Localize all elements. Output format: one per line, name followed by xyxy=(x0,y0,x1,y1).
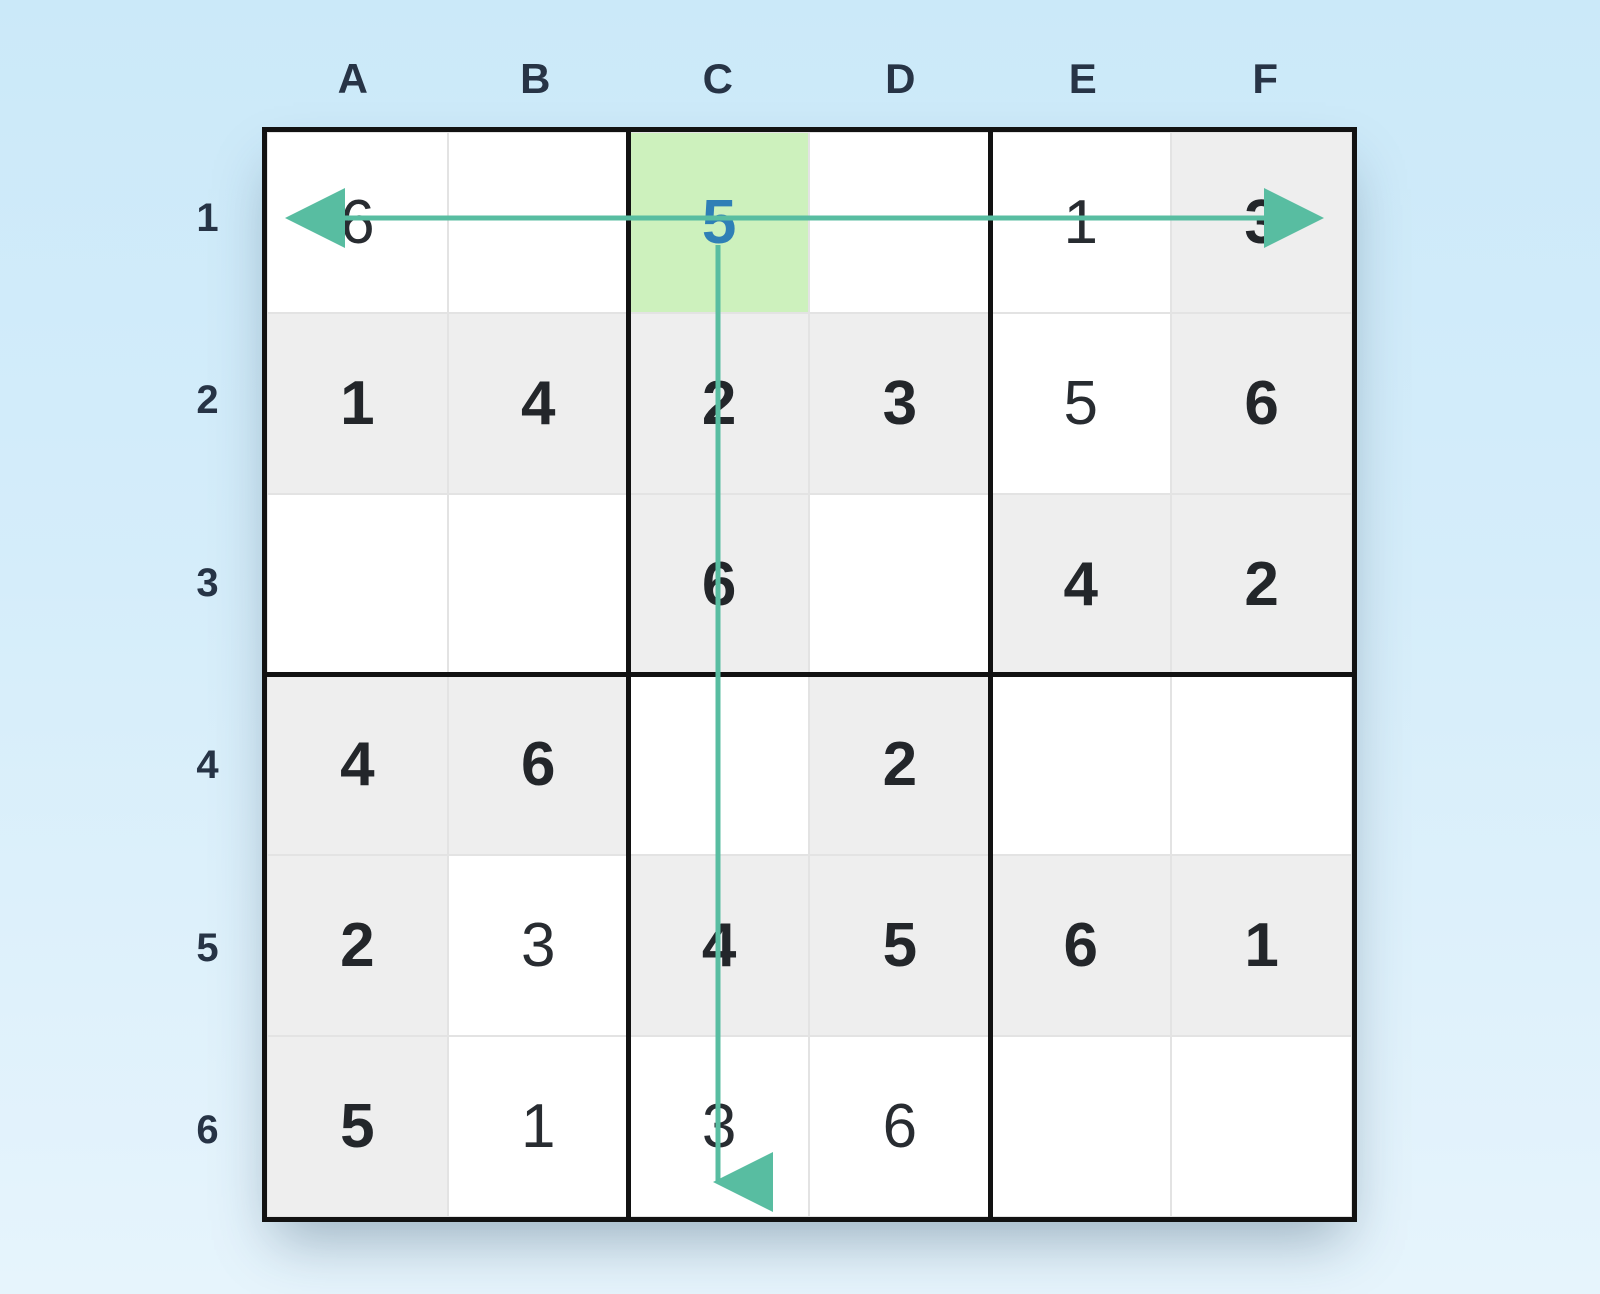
cell-d6[interactable]: 6 xyxy=(809,1036,990,1217)
cell-e6[interactable] xyxy=(990,1036,1171,1217)
row-header-5: 5 xyxy=(180,857,235,1040)
col-header-e: E xyxy=(992,55,1175,115)
row-header-2: 2 xyxy=(180,310,235,493)
cell-f1[interactable]: 3 xyxy=(1171,132,1352,313)
col-header-b: B xyxy=(445,55,628,115)
cell-a2[interactable]: 1 xyxy=(267,313,448,494)
cell-c5[interactable]: 4 xyxy=(629,855,810,1036)
cell-a3[interactable] xyxy=(267,494,448,675)
cell-b5[interactable]: 3 xyxy=(448,855,629,1036)
row-header-1: 1 xyxy=(180,127,235,310)
cell-e2[interactable]: 5 xyxy=(990,313,1171,494)
cell-f5[interactable]: 1 xyxy=(1171,855,1352,1036)
cell-a6[interactable]: 5 xyxy=(267,1036,448,1217)
cell-f2[interactable]: 6 xyxy=(1171,313,1352,494)
cell-c4[interactable] xyxy=(629,674,810,855)
col-header-c: C xyxy=(627,55,810,115)
cell-c3[interactable]: 6 xyxy=(629,494,810,675)
sudoku-board: 65131423566424622345615136 xyxy=(262,127,1357,1222)
cell-b3[interactable] xyxy=(448,494,629,675)
cell-a4[interactable]: 4 xyxy=(267,674,448,855)
cell-d3[interactable] xyxy=(809,494,990,675)
cell-f3[interactable]: 2 xyxy=(1171,494,1352,675)
row-header-6: 6 xyxy=(180,1040,235,1223)
cell-d1[interactable] xyxy=(809,132,990,313)
cell-d4[interactable]: 2 xyxy=(809,674,990,855)
cell-c2[interactable]: 2 xyxy=(629,313,810,494)
box-border-horizontal-1 xyxy=(267,672,1352,677)
row-headers: 1 2 3 4 5 6 xyxy=(180,127,235,1222)
col-header-d: D xyxy=(810,55,993,115)
cell-a1[interactable]: 6 xyxy=(267,132,448,313)
cell-e1[interactable]: 1 xyxy=(990,132,1171,313)
cell-e5[interactable]: 6 xyxy=(990,855,1171,1036)
column-headers: A B C D E F xyxy=(262,55,1357,115)
cell-b1[interactable] xyxy=(448,132,629,313)
col-header-a: A xyxy=(262,55,445,115)
row-header-4: 4 xyxy=(180,675,235,858)
row-header-3: 3 xyxy=(180,492,235,675)
cell-a5[interactable]: 2 xyxy=(267,855,448,1036)
cell-e4[interactable] xyxy=(990,674,1171,855)
cell-b6[interactable]: 1 xyxy=(448,1036,629,1217)
sudoku-stage: A B C D E F 1 2 3 4 5 6 6513142356642462… xyxy=(0,0,1600,1294)
col-header-f: F xyxy=(1175,55,1358,115)
cell-b2[interactable]: 4 xyxy=(448,313,629,494)
cell-d5[interactable]: 5 xyxy=(809,855,990,1036)
cell-b4[interactable]: 6 xyxy=(448,674,629,855)
cell-c1[interactable]: 5 xyxy=(629,132,810,313)
cell-e3[interactable]: 4 xyxy=(990,494,1171,675)
cell-f4[interactable] xyxy=(1171,674,1352,855)
cell-f6[interactable] xyxy=(1171,1036,1352,1217)
cell-c6[interactable]: 3 xyxy=(629,1036,810,1217)
cell-d2[interactable]: 3 xyxy=(809,313,990,494)
